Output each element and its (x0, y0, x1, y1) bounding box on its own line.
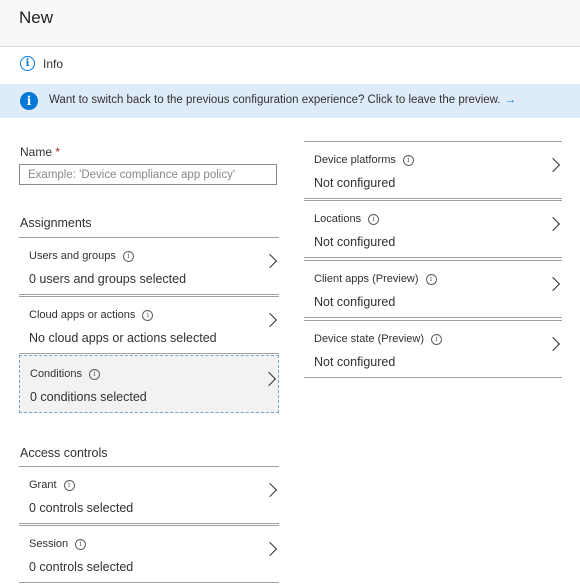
card-title: Locations i (314, 213, 380, 225)
card-title: Device state (Preview) i (314, 333, 443, 345)
info-icon: i (88, 369, 100, 380)
card-title: Session i (29, 538, 87, 550)
assignments-heading: Assignments (20, 216, 92, 230)
chevron-right-icon (262, 253, 278, 269)
info-icon: i (402, 155, 414, 166)
chevron-right-icon (545, 216, 561, 232)
info-icon: i (425, 274, 437, 285)
device-platforms-card[interactable]: Device platforms i Not configured (304, 141, 562, 199)
card-value: Not configured (314, 355, 396, 369)
info-filled-icon: i (20, 92, 38, 110)
preview-banner[interactable]: i Want to switch back to the previous co… (0, 84, 580, 118)
card-title: Conditions i (30, 368, 100, 380)
device-state-card[interactable]: Device state (Preview) i Not configured (304, 320, 562, 378)
card-title: Cloud apps or actions i (29, 309, 154, 321)
name-label-text: Name (20, 145, 53, 159)
info-icon: i (431, 334, 443, 345)
banner-message: Want to switch back to the previous conf… (49, 94, 501, 106)
info-icon: i (368, 214, 380, 225)
users-and-groups-card[interactable]: Users and groups i 0 users and groups sel… (19, 237, 279, 295)
info-link[interactable]: i Info (0, 47, 580, 81)
policy-blade: New i Info i Want to switch back to the … (0, 0, 580, 588)
card-value: Not configured (314, 235, 396, 249)
card-title: Grant i (29, 479, 75, 491)
arrow-right-icon: → (504, 94, 517, 106)
name-label: Name * (20, 145, 60, 159)
chevron-right-icon (545, 336, 561, 352)
session-card[interactable]: Session i 0 controls selected (19, 525, 279, 583)
card-title: Users and groups i (29, 250, 134, 262)
chevron-right-icon (262, 312, 278, 328)
banner-text: Want to switch back to the previous conf… (49, 94, 516, 106)
card-title: Client apps (Preview) i (314, 273, 437, 285)
chevron-right-icon (261, 371, 277, 387)
grant-card[interactable]: Grant i 0 controls selected (19, 466, 279, 524)
info-icon: i (75, 539, 87, 550)
page-title: New (19, 8, 54, 27)
info-icon: i (142, 310, 154, 321)
chevron-right-icon (545, 157, 561, 173)
info-icon: i (20, 56, 35, 71)
chevron-right-icon (262, 541, 278, 557)
chevron-right-icon (262, 482, 278, 498)
info-label: Info (43, 57, 64, 71)
card-value: Not configured (314, 176, 396, 190)
card-value: No cloud apps or actions selected (29, 331, 217, 345)
blade-header: New (0, 0, 580, 47)
card-title: Device platforms i (314, 154, 414, 166)
info-icon: i (122, 251, 134, 262)
info-icon: i (63, 480, 75, 491)
chevron-right-icon (545, 276, 561, 292)
client-apps-card[interactable]: Client apps (Preview) i Not configured (304, 260, 562, 318)
access-controls-heading: Access controls (20, 446, 108, 460)
card-value: 0 controls selected (29, 560, 134, 574)
card-value: 0 conditions selected (30, 390, 147, 404)
card-value: 0 controls selected (29, 501, 134, 515)
name-input[interactable] (19, 164, 277, 185)
conditions-card[interactable]: Conditions i 0 conditions selected (19, 355, 279, 413)
card-value: Not configured (314, 295, 396, 309)
locations-card[interactable]: Locations i Not configured (304, 200, 562, 258)
required-mark: * (55, 145, 61, 159)
cloud-apps-card[interactable]: Cloud apps or actions i No cloud apps or … (19, 296, 279, 354)
card-value: 0 users and groups selected (29, 272, 187, 286)
